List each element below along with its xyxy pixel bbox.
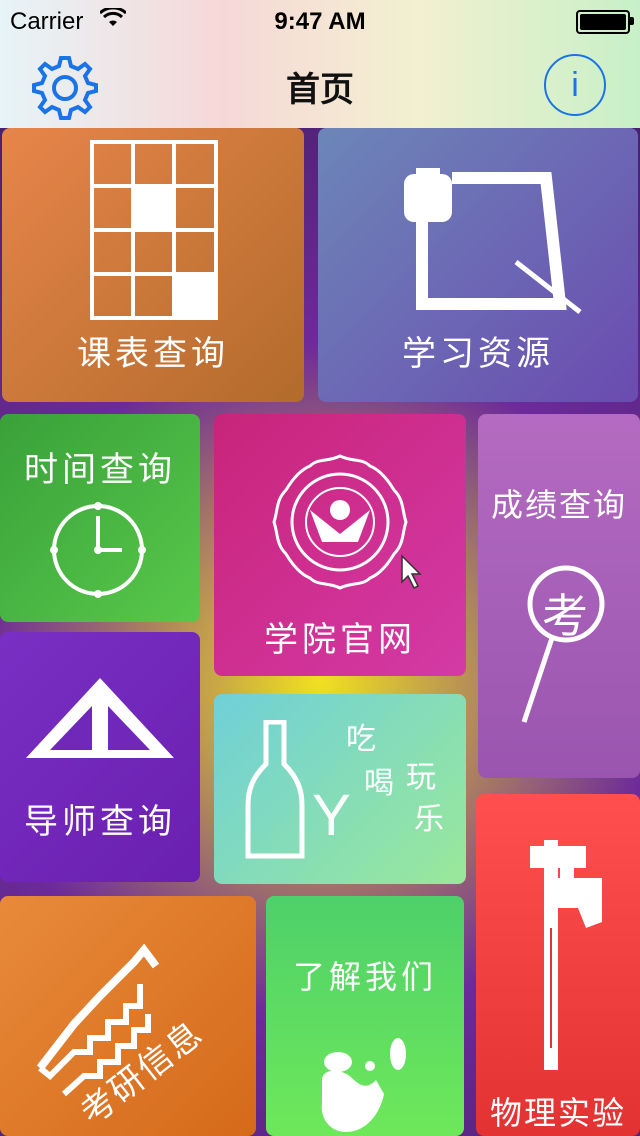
fun-word-play: 玩: [406, 760, 436, 795]
tile-about-us[interactable]: 了解我们: [266, 896, 464, 1136]
tile-course-label: 课表查询: [77, 334, 229, 374]
bottle-icon: [245, 720, 305, 859]
info-button[interactable]: i: [544, 54, 606, 116]
letter-y: Y: [312, 783, 351, 848]
tile-learning-resources[interactable]: 学习资源: [318, 128, 638, 402]
tile-time-query[interactable]: 时间查询: [0, 414, 200, 622]
clock: 9:47 AM: [274, 8, 366, 35]
cursor-arrow-icon: [401, 554, 422, 590]
tile-time-label: 时间查询: [24, 450, 176, 490]
tile-physics-lab[interactable]: 物理实验: [476, 794, 640, 1136]
navigation-bar: Carrier 9:47 AM 首页 i: [0, 0, 640, 128]
tile-grade-query[interactable]: 成绩查询 考: [478, 414, 640, 778]
tile-tutor-query[interactable]: 导师查询: [0, 632, 200, 882]
tile-postgrad-exam[interactable]: 考研信息: [0, 896, 256, 1136]
status-bar: Carrier 9:47 AM: [0, 0, 640, 40]
tile-resource-label: 学习资源: [402, 334, 554, 374]
set-square-icon: [26, 678, 174, 758]
timetable-icon: [90, 140, 218, 320]
tile-course-schedule[interactable]: 课表查询: [2, 128, 304, 402]
tile-tutor-label: 导师查询: [24, 802, 176, 842]
exam-char: 考: [542, 589, 588, 643]
tile-college-website[interactable]: 学院官网: [214, 414, 466, 676]
fun-word-joy: 乐: [414, 802, 444, 837]
tile-food-fun[interactable]: Y 吃 喝 玩 乐: [214, 694, 466, 884]
tile-grade-label: 成绩查询: [490, 486, 627, 524]
fun-word-eat: 吃: [346, 722, 376, 757]
fun-word-drink: 喝: [364, 766, 394, 801]
battery-icon: [576, 10, 634, 34]
tile-college-label: 学院官网: [264, 620, 416, 660]
info-icon: i: [571, 66, 579, 104]
college-seal-icon: [272, 454, 408, 590]
tile-physics-label: 物理实验: [489, 1094, 626, 1132]
clock-icon: [50, 502, 146, 598]
caliper-icon: [530, 840, 602, 1070]
projector-screen-icon: [404, 168, 582, 314]
tile-about-label: 了解我们: [292, 958, 437, 996]
bunny-logo-icon: [321, 1038, 406, 1132]
